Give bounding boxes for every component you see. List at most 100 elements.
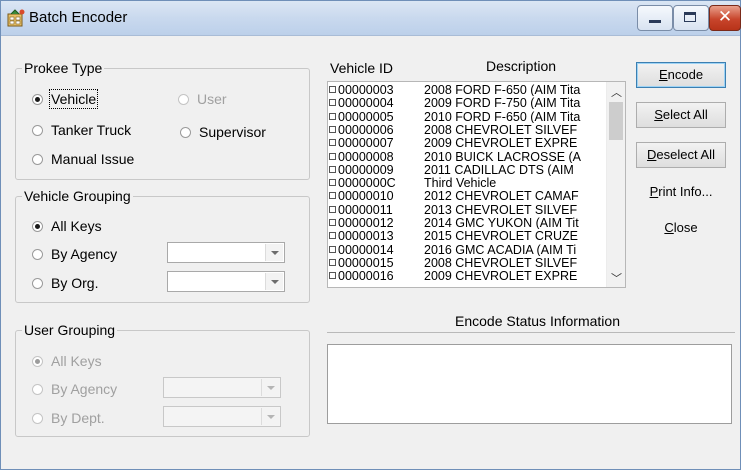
prokee-type-group: Prokee Type Vehicle User Tanker Truck Su… (15, 60, 310, 180)
radio-vehicle-by-agency[interactable]: By Agency (32, 246, 117, 262)
radio-user-by-agency[interactable]: By Agency (32, 381, 117, 397)
checkbox-icon[interactable] (329, 152, 336, 160)
prokee-type-legend: Prokee Type (22, 60, 105, 76)
vehicle-row[interactable]: 00000016 2009 CHEVROLET EXPRE (329, 270, 604, 282)
vertical-scrollbar[interactable]: ︿ ﹀ (606, 82, 625, 287)
chevron-down-icon[interactable] (261, 408, 279, 425)
vehicle-row[interactable]: 00000005 2010 FORD F-650 (AIM Tita (329, 110, 604, 123)
user-grouping-legend: User Grouping (22, 322, 118, 338)
close-window-button[interactable]: ✕ (709, 5, 741, 31)
vehicle-id: 00000003 (338, 83, 394, 97)
vehicle-description: 2014 GMC YUKON (AIM Tit (424, 217, 579, 229)
radio-button-icon[interactable] (32, 125, 43, 136)
radio-button-icon[interactable] (32, 249, 43, 260)
checkbox-icon[interactable] (329, 245, 336, 253)
col-description: Description (486, 58, 557, 74)
vehicle-row[interactable]: 00000007 2009 CHEVROLET EXPRE (329, 137, 604, 149)
vehicle-row[interactable]: 00000012 2014 GMC YUKON (AIM Tit (329, 217, 604, 229)
radio-vehicle[interactable]: Vehicle (32, 89, 99, 109)
radio-user-by-dept[interactable]: By Dept. (32, 410, 105, 426)
radio-supervisor[interactable]: Supervisor (180, 124, 266, 140)
chevron-down-icon[interactable]: ﹀ (611, 273, 622, 284)
radio-button-icon[interactable] (32, 384, 43, 395)
checkbox-icon[interactable] (329, 219, 336, 226)
radio-button-icon[interactable] (32, 278, 43, 289)
checkbox-icon[interactable] (329, 165, 336, 173)
radio-label: User (197, 91, 227, 107)
vehicle-agency-combo[interactable] (167, 242, 285, 263)
checkbox-icon[interactable] (329, 205, 336, 213)
user-agency-combo[interactable] (163, 377, 281, 398)
radio-label: Supervisor (199, 124, 266, 140)
checkbox-icon[interactable] (329, 112, 336, 120)
radio-button-icon[interactable] (180, 127, 191, 138)
radio-button-icon[interactable] (32, 221, 43, 232)
radio-label: By Dept. (51, 410, 105, 426)
user-dept-combo[interactable] (163, 406, 281, 427)
select-all-button[interactable]: Select All (636, 102, 726, 128)
select-all-label: Select All (654, 107, 708, 122)
checkbox-icon[interactable] (329, 99, 336, 107)
vehicle-row[interactable]: 00000006 2008 CHEVROLET SILVEF (329, 124, 604, 136)
vehicle-grouping-group: Vehicle Grouping All Keys By Agency By O… (15, 188, 310, 303)
col-vehicle-id: Vehicle ID (330, 60, 394, 76)
radio-button-icon[interactable] (32, 154, 43, 165)
status-text-area[interactable] (327, 344, 732, 424)
chevron-up-icon[interactable]: ︿ (611, 87, 622, 98)
batch-encoder-icon (7, 9, 25, 27)
print-info-button[interactable]: Print Info... (636, 180, 726, 206)
maximize-icon (684, 12, 696, 22)
checkbox-icon[interactable] (329, 125, 336, 133)
checkbox-icon[interactable] (329, 258, 336, 266)
checkbox-icon[interactable] (329, 232, 336, 240)
vehicle-row[interactable]: 00000010 2012 CHEVROLET CAMAF (329, 190, 604, 203)
radio-button-icon[interactable] (178, 94, 189, 105)
close-button[interactable]: Close (636, 216, 726, 242)
radio-user-all-keys[interactable]: All Keys (32, 353, 102, 369)
chevron-down-icon[interactable] (261, 379, 279, 396)
minimize-button[interactable] (637, 5, 673, 31)
checkbox-icon[interactable] (329, 86, 336, 93)
radio-button-icon[interactable] (32, 413, 43, 424)
title-bar[interactable]: Batch Encoder ✕ (1, 1, 741, 36)
radio-button-icon[interactable] (32, 94, 43, 105)
vehicle-id: 00000006 (338, 122, 394, 137)
radio-manual-issue[interactable]: Manual Issue (32, 151, 134, 167)
chevron-down-icon[interactable] (265, 244, 283, 261)
radio-vehicle-by-org[interactable]: By Org. (32, 275, 98, 291)
vehicle-row[interactable]: 00000015 2008 CHEVROLET SILVEF (329, 257, 604, 269)
deselect-all-button[interactable]: Deselect All (636, 142, 726, 168)
vehicle-id: 00000009 (338, 162, 394, 177)
radio-vehicle-all-keys[interactable]: All Keys (32, 218, 102, 234)
maximize-button[interactable] (673, 5, 709, 31)
vehicle-id: 0000000C (338, 176, 396, 191)
checkbox-icon[interactable] (329, 272, 336, 280)
checkbox-icon[interactable] (329, 179, 336, 187)
checkbox-icon[interactable] (329, 192, 336, 200)
radio-label: All Keys (51, 353, 102, 369)
vehicle-row[interactable]: 00000003 2008 FORD F-650 (AIM Tita (329, 84, 604, 96)
radio-tanker-truck[interactable]: Tanker Truck (32, 122, 131, 138)
vehicle-listbox[interactable]: 00000003 2008 FORD F-650 (AIM Tita 0000000… (327, 81, 626, 288)
scroll-thumb[interactable] (609, 102, 623, 140)
vehicle-row[interactable]: 00000004 2009 FORD F-750 (AIM Tita (329, 96, 604, 111)
vehicle-row[interactable]: 00000009 2011 CADILLAC DTS (AIM (329, 164, 604, 176)
encode-button[interactable]: Encode (636, 62, 726, 88)
vehicle-description: 2009 CHEVROLET EXPRE (424, 270, 578, 283)
radio-user[interactable]: User (178, 91, 227, 107)
checkbox-icon[interactable] (329, 139, 336, 147)
vehicle-row[interactable]: 00000013 2015 CHEVROLET CRUZE (329, 230, 604, 243)
vehicle-description: 2010 BUICK LACROSSE (A (424, 150, 582, 163)
vehicle-row[interactable]: 0000000C Third Vehicle (329, 177, 604, 189)
vehicle-org-combo[interactable] (167, 271, 285, 292)
vehicle-row[interactable]: 00000008 2010 BUICK LACROSSE (A (329, 150, 604, 163)
vehicle-description: 2008 FORD F-650 (AIM Tita (424, 84, 581, 96)
radio-label: Manual Issue (51, 151, 135, 167)
chevron-down-icon[interactable] (265, 273, 283, 290)
radio-button-icon[interactable] (32, 356, 43, 367)
vehicle-id: 00000004 (338, 96, 394, 111)
close-label: Close (664, 220, 698, 235)
vehicle-row[interactable]: 00000011 2013 CHEVROLET SILVEF (329, 203, 604, 216)
radio-label: Vehicle (48, 89, 99, 109)
vehicle-row[interactable]: 00000014 2016 GMC ACADIA (AIM Ti (329, 243, 604, 256)
